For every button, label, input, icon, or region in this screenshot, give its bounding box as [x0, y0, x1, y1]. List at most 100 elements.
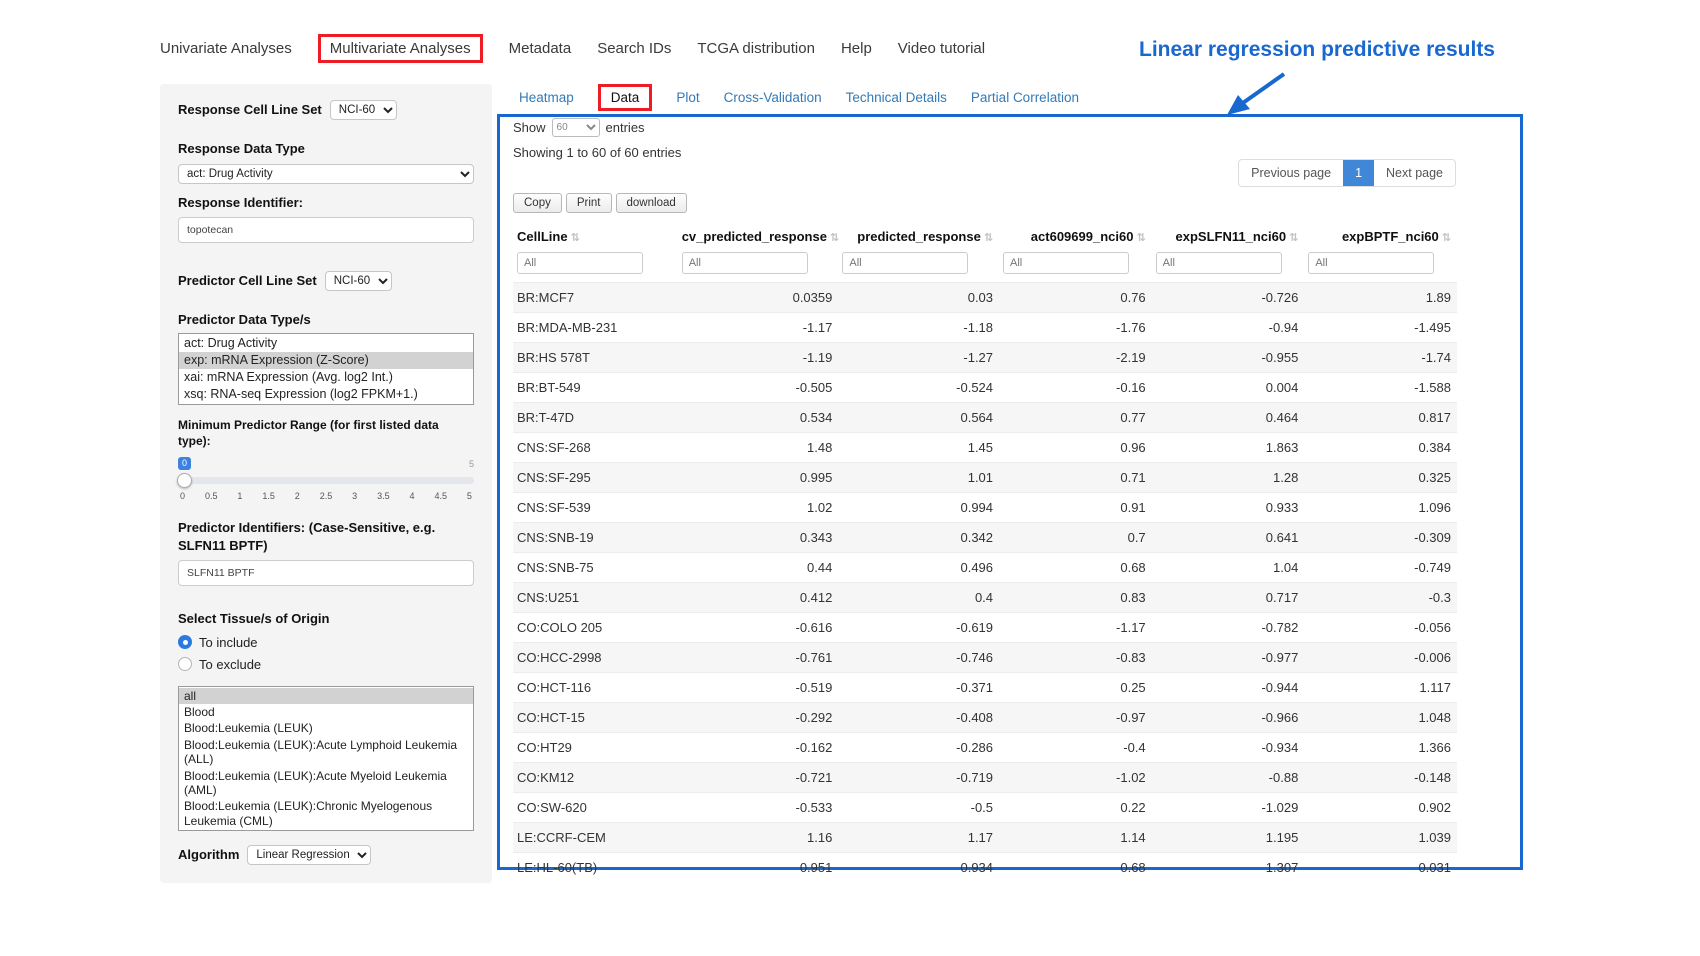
sort-icon[interactable]: ⇅ [1442, 232, 1451, 244]
table-cell-value: 0.77 [999, 403, 1152, 433]
table-cell-value: 1.17 [838, 823, 999, 853]
table-cell-value: 0.0359 [678, 283, 839, 313]
predictor-type-option-xai[interactable]: xai: mRNA Expression (Avg. log2 Int.) [179, 369, 473, 386]
column-header-cv-predicted-response[interactable]: cv_predicted_response⇅ [678, 221, 839, 250]
table-cell-value: -1.19 [678, 343, 839, 373]
min-predictor-range-slider[interactable]: 0 5 00.511.522.533.544.55 [178, 457, 474, 509]
table-cell-value: -0.4 [999, 733, 1152, 763]
tissue-option[interactable]: Blood:Leukemia (LEUK):Acute Lymphoid Leu… [179, 737, 473, 768]
nav-item-help[interactable]: Help [841, 40, 872, 57]
entries-per-page-select[interactable]: 60 [552, 118, 600, 137]
tissue-option[interactable]: Blood:Leukemia (LEUK):Chronic Myelogenou… [179, 798, 473, 829]
cell-line-name: CO:HT29 [513, 733, 678, 763]
tab-heatmap[interactable]: Heatmap [519, 90, 574, 105]
column-filter-cv-predicted-response[interactable] [682, 252, 808, 274]
tissue-option[interactable]: Blood [179, 704, 473, 720]
predictor-type-option-exp[interactable]: exp: mRNA Expression (Z-Score) [179, 352, 473, 369]
sort-icon[interactable]: ⇅ [984, 232, 993, 244]
table-cell-value: 0.03 [838, 283, 999, 313]
column-filter-act609699-nci60[interactable] [1003, 252, 1129, 274]
table-cell-value: 1.117 [1304, 673, 1457, 703]
response-cell-line-set-row: Response Cell Line Set NCI-60 [178, 100, 474, 120]
column-filter-expbptf-nci60[interactable] [1308, 252, 1434, 274]
table-row: CNS:SF-2950.9951.010.711.280.325 [513, 463, 1457, 493]
column-header-label: expSLFN11_nci60 [1176, 229, 1287, 244]
nav-item-search-ids[interactable]: Search IDs [597, 40, 671, 57]
predictor-identifiers-input[interactable] [178, 560, 474, 586]
algorithm-select[interactable]: Linear Regression [247, 845, 371, 865]
response-data-type-select[interactable]: act: Drug Activity [178, 164, 474, 184]
column-filter-predicted-response[interactable] [842, 252, 968, 274]
cell-line-name: CNS:SNB-19 [513, 523, 678, 553]
tab-partial-correlation[interactable]: Partial Correlation [971, 90, 1079, 105]
next-page-button[interactable]: Next page [1374, 160, 1455, 186]
tab-data[interactable]: Data [598, 84, 653, 111]
sort-icon[interactable]: ⇅ [1289, 232, 1298, 244]
data-panel: Show 60 entries Showing 1 to 60 of 60 en… [497, 114, 1523, 870]
table-row: LE:CCRF-CEM1.161.171.141.1951.039 [513, 823, 1457, 853]
algorithm-label: Algorithm [178, 846, 239, 864]
previous-page-button[interactable]: Previous page [1239, 160, 1343, 186]
predictor-data-types-listbox[interactable]: act: Drug Activityexp: mRNA Expression (… [178, 333, 474, 405]
column-header-predicted-response[interactable]: predicted_response⇅ [838, 221, 999, 250]
tissue-option[interactable]: Blood:Leukemia (LEUK) [179, 720, 473, 736]
tab-cross-validation[interactable]: Cross-Validation [724, 90, 822, 105]
sort-icon[interactable]: ⇅ [571, 232, 580, 244]
table-cell-value: 0.83 [999, 583, 1152, 613]
column-header-expslfn11-nci60[interactable]: expSLFN11_nci60⇅ [1152, 221, 1305, 250]
tissue-option[interactable]: all [179, 688, 473, 704]
predictor-type-option-xsq[interactable]: xsq: RNA-seq Expression (log2 FPKM+1.) [179, 386, 473, 403]
column-filter-expslfn11-nci60[interactable] [1156, 252, 1282, 274]
table-cell-value: 0.7 [999, 523, 1152, 553]
table-cell-value: 1.89 [1304, 283, 1457, 313]
tissue-listbox[interactable]: allBloodBlood:Leukemia (LEUK)Blood:Leuke… [178, 686, 474, 832]
copy-button[interactable]: Copy [513, 193, 562, 213]
nav-item-univariate-analyses[interactable]: Univariate Analyses [160, 40, 292, 57]
nav-item-metadata[interactable]: Metadata [509, 40, 572, 57]
table-cell-value: 0.004 [1152, 373, 1305, 403]
tissue-option[interactable]: Blood:Leukemia (LEUK):Acute Myeloid Leuk… [179, 768, 473, 799]
nav-item-tcga-distribution[interactable]: TCGA distribution [697, 40, 815, 57]
column-header-cellline[interactable]: CellLine⇅ [513, 221, 678, 250]
current-page-button[interactable]: 1 [1343, 160, 1374, 186]
cell-line-name: BR:MDA-MB-231 [513, 313, 678, 343]
tissue-radio-to-exclude[interactable]: To exclude [178, 657, 474, 672]
tab-bar: Heatmap Data Plot Cross-Validation Technical… [519, 84, 1079, 111]
tab-plot[interactable]: Plot [676, 90, 699, 105]
slider-track[interactable] [178, 477, 474, 484]
column-filter-cell [1152, 250, 1305, 283]
tissue-radio-to-include[interactable]: To include [178, 635, 474, 650]
response-cell-line-set-select[interactable]: NCI-60 [330, 100, 397, 120]
column-filter-cell [513, 250, 678, 283]
sort-icon[interactable]: ⇅ [830, 232, 839, 244]
table-cell-value: 0.412 [678, 583, 839, 613]
response-cell-line-set-label: Response Cell Line Set [178, 101, 322, 119]
table-cell-value: -0.619 [838, 613, 999, 643]
table-cell-value: -0.148 [1304, 763, 1457, 793]
table-cell-value: 1.863 [1152, 433, 1305, 463]
nav-item-video-tutorial[interactable]: Video tutorial [898, 40, 985, 57]
column-header-act609699-nci60[interactable]: act609699_nci60⇅ [999, 221, 1152, 250]
print-button[interactable]: Print [566, 193, 612, 213]
table-cell-value: -1.74 [1304, 343, 1457, 373]
column-filter-cellline[interactable] [517, 252, 643, 274]
download-button[interactable]: download [616, 193, 687, 213]
response-identifier-input[interactable] [178, 217, 474, 243]
predictor-type-option-act[interactable]: act: Drug Activity [179, 335, 473, 352]
table-cell-value: 0.717 [1152, 583, 1305, 613]
column-header-expbptf-nci60[interactable]: expBPTF_nci60⇅ [1304, 221, 1457, 250]
table-cell-value: -0.309 [1304, 523, 1457, 553]
table-row: CO:KM12-0.721-0.719-1.02-0.88-0.148 [513, 763, 1457, 793]
predictor-cell-line-set-select[interactable]: NCI-60 [325, 271, 392, 291]
results-table-head: CellLine⇅cv_predicted_response⇅predicted… [513, 221, 1457, 283]
table-cell-value: -0.721 [678, 763, 839, 793]
table-row: BR:T-47D0.5340.5640.770.4640.817 [513, 403, 1457, 433]
sort-icon[interactable]: ⇅ [1136, 232, 1145, 244]
table-cell-value: -0.719 [838, 763, 999, 793]
slider-handle[interactable] [177, 473, 192, 488]
tab-technical-details[interactable]: Technical Details [846, 90, 947, 105]
table-cell-value: 0.031 [1304, 853, 1457, 883]
table-cell-value: -0.955 [1152, 343, 1305, 373]
slider-tick-label: 1 [237, 491, 242, 501]
nav-item-multivariate-analyses[interactable]: Multivariate Analyses [318, 34, 483, 63]
